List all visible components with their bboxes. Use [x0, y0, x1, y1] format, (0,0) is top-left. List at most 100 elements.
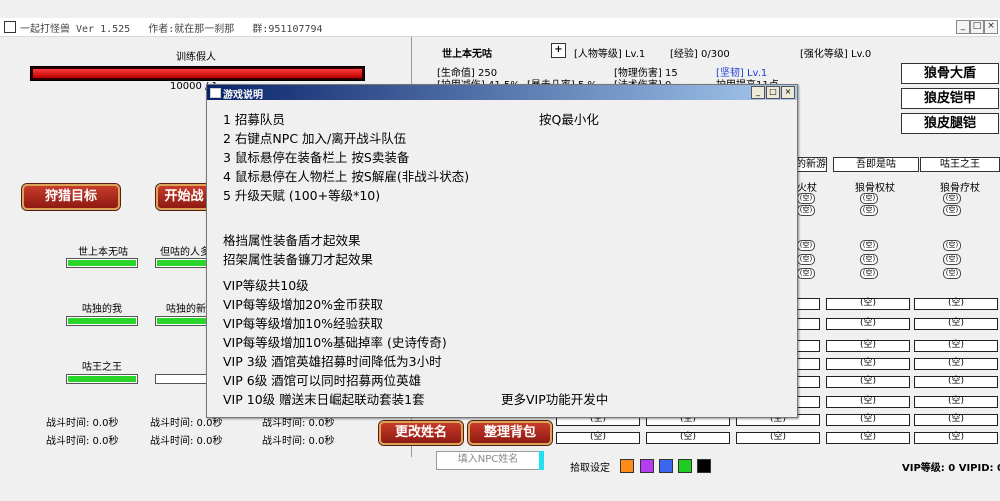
dialog-line-8: VIP等级共10级: [223, 278, 309, 293]
equip-slot[interactable]: (空): [860, 268, 878, 279]
inventory-slot[interactable]: (空): [826, 358, 910, 370]
battle-time-6: 战斗时间: 0.0秒: [262, 436, 335, 447]
equip-slot[interactable]: (空): [943, 268, 961, 279]
pickup-green[interactable]: [678, 459, 692, 473]
dialog-maximize-button[interactable]: □: [766, 86, 780, 99]
start-battle-button[interactable]: 开始战: [156, 184, 212, 210]
dialog-line-12: VIP 3级 酒馆英雄招募时间降低为3小时: [223, 354, 442, 369]
dialog-line-9: VIP每等级增加20%金币获取: [223, 297, 384, 312]
rename-button[interactable]: 更改姓名: [379, 421, 463, 445]
help-dialog: 游戏说明 _ □ × 1 招募队员 按Q最小化 2 右键点NPC 加入/离开战斗…: [206, 84, 798, 418]
inventory-slot[interactable]: (空): [826, 340, 910, 352]
pickup-black[interactable]: [697, 459, 711, 473]
equip-legs[interactable]: 狼皮腿铠: [901, 113, 999, 134]
dialog-line-10: VIP每等级增加10%经验获取: [223, 316, 384, 331]
dialog-line-1: 1 招募队员: [223, 112, 285, 127]
dialog-minimize-button[interactable]: _: [751, 86, 765, 99]
equip-slot[interactable]: (空): [943, 193, 961, 204]
party-hp-6: [155, 374, 208, 384]
dialog-more-vip: 更多VIP功能开发中: [501, 392, 609, 407]
party-hp-1: [66, 258, 138, 268]
equip-slot[interactable]: (空): [797, 205, 815, 216]
battle-time-5: 战斗时间: 0.0秒: [150, 436, 223, 447]
dialog-line-3: 3 鼠标悬停在装备栏上 按S卖装备: [223, 150, 410, 165]
inventory-slot[interactable]: (空): [826, 318, 910, 330]
party-hp-3: [66, 316, 138, 326]
party-name-1[interactable]: 世上本无咕: [78, 243, 128, 258]
inventory-slot[interactable]: (空): [556, 432, 640, 444]
enhance-level: [强化等级] Lv.0: [800, 49, 872, 60]
dialog-icon: [210, 88, 221, 98]
party-name-5[interactable]: 咕王之王: [82, 358, 122, 373]
inventory-slot[interactable]: (空): [826, 376, 910, 388]
app-icon: [4, 21, 16, 33]
inventory-slot[interactable]: (空): [826, 414, 910, 426]
equip-slot[interactable]: (空): [797, 240, 815, 251]
minimize-button[interactable]: _: [956, 20, 970, 34]
npc-name-input[interactable]: 填入NPC姓名: [436, 451, 540, 470]
equip-slot[interactable]: (空): [943, 254, 961, 265]
party-name-4[interactable]: 咕独的新: [166, 300, 206, 315]
input-accent: [539, 451, 544, 470]
column-head-2[interactable]: 吾即是咕: [833, 157, 919, 172]
pickup-purple[interactable]: [640, 459, 654, 473]
dialog-line-5: 5 升级天赋 (100+等级*10): [223, 188, 381, 203]
dialog-hint-q: 按Q最小化: [539, 112, 599, 127]
inventory-slot[interactable]: (空): [826, 432, 910, 444]
equip-slot[interactable]: (空): [860, 254, 878, 265]
maximize-button[interactable]: □: [970, 20, 984, 34]
inventory-slot[interactable]: (空): [914, 340, 998, 352]
boss-hp-bar: [30, 66, 365, 81]
party-hp-5: [66, 374, 138, 384]
dialog-line-4: 4 鼠标悬停在人物栏上 按S解雇(非战斗状态): [223, 169, 470, 184]
equip-slot[interactable]: (空): [943, 205, 961, 216]
inventory-slot[interactable]: (空): [646, 432, 730, 444]
inventory-slot[interactable]: (空): [914, 358, 998, 370]
close-button[interactable]: ×: [984, 20, 998, 34]
equip-slot[interactable]: (空): [797, 268, 815, 279]
equip-slot[interactable]: (空): [860, 205, 878, 216]
battle-time-4: 战斗时间: 0.0秒: [46, 436, 119, 447]
dialog-titlebar: 游戏说明 _ □ ×: [207, 85, 797, 101]
inventory-slot[interactable]: (空): [914, 432, 998, 444]
pickup-label: 拾取设定: [570, 463, 610, 474]
inventory-slot[interactable]: (空): [914, 298, 998, 310]
inventory-slot[interactable]: (空): [826, 396, 910, 408]
title-bar: 一起打怪兽 Ver 1.525 作者:就在那一刹那 群:951107794 _ …: [0, 18, 1000, 37]
equip-slot[interactable]: (空): [797, 193, 815, 204]
pickup-blue[interactable]: [659, 459, 673, 473]
inventory-slot[interactable]: (空): [736, 432, 820, 444]
pickup-orange[interactable]: [620, 459, 634, 473]
party-name-3[interactable]: 咕独的我: [82, 300, 122, 315]
column-head-3[interactable]: 咕王之王: [920, 157, 1000, 172]
equip-slot[interactable]: (空): [943, 240, 961, 251]
column-weapon-2: 狼骨权杖: [855, 183, 895, 194]
inventory-slot[interactable]: (空): [914, 414, 998, 426]
column-weapon-3: 狼骨疗杖: [940, 183, 980, 194]
column-weapon-1: 火杖: [797, 183, 817, 194]
window-title: 一起打怪兽 Ver 1.525 作者:就在那一刹那 群:951107794: [20, 24, 323, 35]
add-button[interactable]: +: [551, 43, 566, 58]
equip-slot[interactable]: (空): [860, 240, 878, 251]
dialog-line-11: VIP每等级增加10%基础掉率 (史诗传奇): [223, 335, 447, 350]
inventory-slot[interactable]: (空): [914, 376, 998, 388]
dialog-line-6: 格挡属性装备盾才起效果: [223, 233, 361, 248]
party-hp-4: [155, 316, 208, 326]
dialog-line-7: 招架属性装备镰刀才起效果: [223, 252, 374, 267]
inventory-slot[interactable]: (空): [914, 318, 998, 330]
boss-name: 训练假人: [176, 52, 216, 63]
party-name-2[interactable]: 但咕的人多: [160, 243, 206, 258]
inventory-slot[interactable]: (空): [826, 298, 910, 310]
character-exp: [经验] 0/300: [670, 49, 730, 60]
inventory-slot[interactable]: (空): [914, 396, 998, 408]
column-head-1[interactable]: 的新游: [795, 157, 827, 172]
equip-slot[interactable]: (空): [860, 193, 878, 204]
dialog-close-button[interactable]: ×: [781, 86, 795, 99]
equip-armor[interactable]: 狼皮铠甲: [901, 88, 999, 109]
hunt-target-button[interactable]: 狩猎目标: [22, 184, 120, 210]
equip-shield[interactable]: 狼骨大盾: [901, 63, 999, 84]
dialog-title: 游戏说明: [223, 90, 263, 101]
equip-slot[interactable]: (空): [797, 254, 815, 265]
sort-bag-button[interactable]: 整理背包: [468, 421, 552, 445]
dialog-line-2: 2 右键点NPC 加入/离开战斗队伍: [223, 131, 407, 146]
